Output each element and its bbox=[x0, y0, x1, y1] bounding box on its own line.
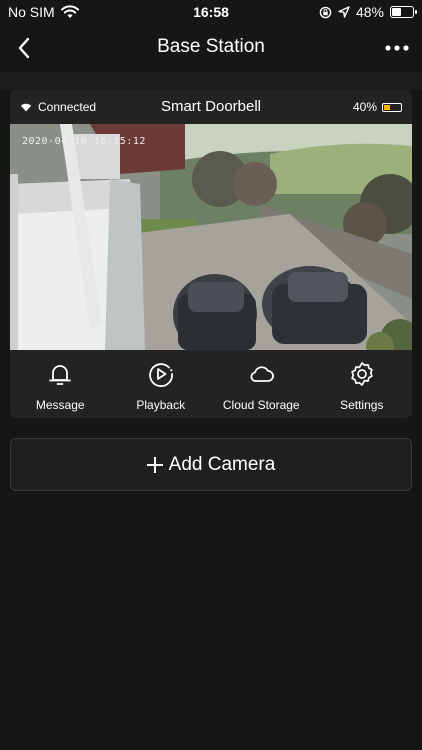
camera-name: Smart Doorbell bbox=[160, 98, 262, 115]
status-right: 48% bbox=[319, 4, 417, 20]
cloud-storage-button[interactable]: Cloud Storage bbox=[211, 350, 312, 418]
settings-label: Settings bbox=[340, 398, 384, 412]
settings-button[interactable]: Settings bbox=[312, 350, 413, 418]
message-button[interactable]: Message bbox=[10, 350, 111, 418]
battery-icon bbox=[382, 102, 402, 112]
battery-level-fill bbox=[392, 8, 402, 16]
camera-live-feed[interactable]: 2020-04-10 16:15:12 bbox=[10, 124, 412, 350]
camera-feed-image bbox=[10, 124, 412, 350]
gear-icon bbox=[351, 362, 373, 386]
header-divider bbox=[0, 72, 422, 90]
status-bar: No SIM 16:58 48% bbox=[0, 0, 422, 24]
battery-percent: 48% bbox=[355, 4, 384, 20]
camera-card: Connected Smart Doorbell 40% 2020-04-10 … bbox=[10, 90, 412, 418]
message-label: Message bbox=[35, 398, 85, 412]
location-icon bbox=[338, 6, 350, 18]
plus-icon bbox=[146, 456, 163, 473]
page-title: Base Station bbox=[157, 36, 265, 57]
feed-timestamp: 2020-04-10 16:15:12 bbox=[22, 136, 146, 147]
playback-button[interactable]: Playback bbox=[111, 350, 212, 418]
screen-lock-icon bbox=[319, 6, 332, 18]
cloud-storage-label: Cloud Storage bbox=[222, 398, 300, 412]
cloud-icon bbox=[250, 366, 275, 382]
camera-battery: 40% bbox=[353, 100, 402, 114]
playback-icon bbox=[148, 363, 173, 387]
camera-actions: Message Playback Cloud Storage Settings bbox=[10, 350, 412, 418]
playback-label: Playback bbox=[136, 398, 186, 412]
bell-icon bbox=[49, 365, 72, 385]
camera-battery-fill bbox=[384, 104, 391, 110]
camera-card-header: Connected Smart Doorbell 40% bbox=[10, 90, 412, 124]
navigation-bar: Base Station bbox=[0, 24, 422, 72]
more-horizontal-icon[interactable] bbox=[382, 34, 412, 62]
camera-battery-percent: 40% bbox=[352, 100, 377, 114]
battery-icon bbox=[390, 6, 417, 18]
add-camera-label: Add Camera bbox=[168, 453, 276, 475]
add-camera-button[interactable]: Add Camera bbox=[10, 438, 412, 491]
